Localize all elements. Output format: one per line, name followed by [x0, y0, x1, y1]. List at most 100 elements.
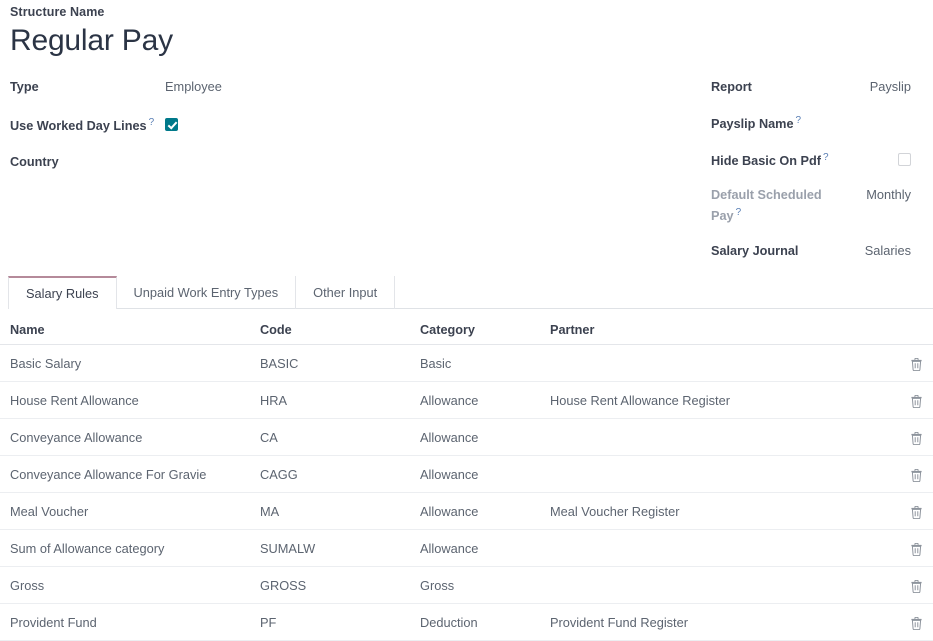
tab-bar-filler [395, 276, 933, 309]
structure-name-caption: Structure Name [10, 4, 173, 20]
form-field-row: Payslip Name? [711, 112, 917, 133]
row-delete-cell[interactable] [890, 382, 933, 419]
field-label: Salary Journal [711, 242, 851, 260]
field-value[interactable]: Salaries [851, 242, 917, 260]
help-marker-icon[interactable]: ? [796, 115, 802, 126]
salary-rules-table: Name Code Category Partner Basic SalaryB… [0, 316, 933, 641]
row-delete-cell[interactable] [890, 493, 933, 530]
record-header: Structure Name Regular Pay [10, 4, 173, 60]
row-delete-cell[interactable] [890, 604, 933, 641]
trash-icon[interactable] [911, 506, 922, 519]
table-row[interactable]: Basic SalaryBASICBasic [0, 345, 933, 382]
field-label: Type [10, 78, 165, 96]
form-field-row: Hide Basic On Pdf? [711, 149, 917, 170]
trash-icon[interactable] [911, 358, 922, 371]
tab-other-input[interactable]: Other Input [296, 276, 395, 309]
checkbox-unchecked[interactable] [898, 153, 911, 166]
trash-icon[interactable] [911, 469, 922, 482]
cell-name[interactable]: Provident Fund [0, 604, 260, 641]
field-label: Country [10, 153, 165, 171]
tab-unpaid-work-entry-types[interactable]: Unpaid Work Entry Types [117, 276, 297, 309]
form-field-row: Salary JournalSalaries [711, 242, 917, 260]
cell-partner[interactable] [550, 456, 890, 493]
tab-bar: Salary RulesUnpaid Work Entry TypesOther… [8, 276, 933, 309]
checkbox-checked[interactable] [165, 118, 178, 131]
cell-name[interactable]: Conveyance Allowance For Gravie [0, 456, 260, 493]
field-checkbox-cell[interactable] [851, 149, 917, 167]
row-delete-cell[interactable] [890, 456, 933, 493]
cell-category[interactable]: Allowance [420, 419, 550, 456]
field-label: Default Scheduled Pay? [711, 186, 851, 225]
cell-name[interactable]: Sum of Allowance category [0, 530, 260, 567]
cell-code[interactable]: GROSS [260, 567, 420, 604]
cell-name[interactable]: Gross [0, 567, 260, 604]
field-checkbox-cell[interactable] [165, 114, 430, 132]
column-header-code[interactable]: Code [260, 316, 420, 345]
page-title[interactable]: Regular Pay [10, 22, 173, 60]
table-row[interactable]: GrossGROSSGross [0, 567, 933, 604]
cell-category[interactable]: Allowance [420, 493, 550, 530]
cell-partner[interactable] [550, 345, 890, 382]
cell-category[interactable]: Allowance [420, 530, 550, 567]
field-value[interactable]: Payslip [851, 78, 917, 96]
column-header-partner[interactable]: Partner [550, 316, 890, 345]
left-field-column: TypeEmployeeUse Worked Day Lines?Country [10, 78, 430, 189]
cell-code[interactable]: SUMALW [260, 530, 420, 567]
table-header-row: Name Code Category Partner [0, 316, 933, 345]
cell-category[interactable]: Basic [420, 345, 550, 382]
table-row[interactable]: Conveyance AllowanceCAAllowance [0, 419, 933, 456]
cell-code[interactable]: CAGG [260, 456, 420, 493]
trash-icon[interactable] [911, 432, 922, 445]
help-marker-icon[interactable]: ? [149, 117, 155, 128]
table-row[interactable]: House Rent AllowanceHRAAllowanceHouse Re… [0, 382, 933, 419]
cell-partner[interactable] [550, 530, 890, 567]
trash-icon[interactable] [911, 543, 922, 556]
column-header-actions [890, 316, 933, 345]
column-header-category[interactable]: Category [420, 316, 550, 345]
form-field-row: Default Scheduled Pay?Monthly [711, 186, 917, 225]
cell-partner[interactable] [550, 567, 890, 604]
field-value[interactable]: Monthly [851, 186, 917, 204]
field-value[interactable]: Employee [165, 78, 430, 96]
table-row[interactable]: Conveyance Allowance For GravieCAGGAllow… [0, 456, 933, 493]
cell-category[interactable]: Allowance [420, 382, 550, 419]
table-body: Basic SalaryBASICBasicHouse Rent Allowan… [0, 345, 933, 641]
cell-code[interactable]: MA [260, 493, 420, 530]
trash-icon[interactable] [911, 395, 922, 408]
cell-name[interactable]: House Rent Allowance [0, 382, 260, 419]
tab-salary-rules[interactable]: Salary Rules [8, 276, 117, 309]
table-head: Name Code Category Partner [0, 316, 933, 345]
cell-category[interactable]: Allowance [420, 456, 550, 493]
cell-partner[interactable]: Provident Fund Register [550, 604, 890, 641]
row-delete-cell[interactable] [890, 345, 933, 382]
cell-partner[interactable] [550, 419, 890, 456]
record-form: Structure Name Regular Pay TypeEmployeeU… [0, 0, 933, 636]
cell-name[interactable]: Meal Voucher [0, 493, 260, 530]
cell-partner[interactable]: Meal Voucher Register [550, 493, 890, 530]
field-label: Use Worked Day Lines? [10, 114, 165, 135]
row-delete-cell[interactable] [890, 530, 933, 567]
cell-code[interactable]: CA [260, 419, 420, 456]
row-delete-cell[interactable] [890, 567, 933, 604]
cell-code[interactable]: PF [260, 604, 420, 641]
cell-code[interactable]: BASIC [260, 345, 420, 382]
help-marker-icon[interactable]: ? [736, 207, 742, 218]
column-header-name[interactable]: Name [0, 316, 260, 345]
cell-category[interactable]: Deduction [420, 604, 550, 641]
trash-icon[interactable] [911, 580, 922, 593]
help-marker-icon[interactable]: ? [823, 152, 829, 163]
cell-code[interactable]: HRA [260, 382, 420, 419]
cell-name[interactable]: Conveyance Allowance [0, 419, 260, 456]
table-row[interactable]: Provident FundPFDeductionProvident Fund … [0, 604, 933, 641]
trash-icon[interactable] [911, 617, 922, 630]
form-field-row: TypeEmployee [10, 78, 430, 96]
row-delete-cell[interactable] [890, 419, 933, 456]
cell-name[interactable]: Basic Salary [0, 345, 260, 382]
cell-category[interactable]: Gross [420, 567, 550, 604]
table-row[interactable]: Meal VoucherMAAllowanceMeal Voucher Regi… [0, 493, 933, 530]
table-row[interactable]: Sum of Allowance categorySUMALWAllowance [0, 530, 933, 567]
cell-partner[interactable]: House Rent Allowance Register [550, 382, 890, 419]
field-label: Payslip Name? [711, 112, 851, 133]
form-field-row: ReportPayslip [711, 78, 917, 96]
form-field-row: Country [10, 153, 430, 171]
